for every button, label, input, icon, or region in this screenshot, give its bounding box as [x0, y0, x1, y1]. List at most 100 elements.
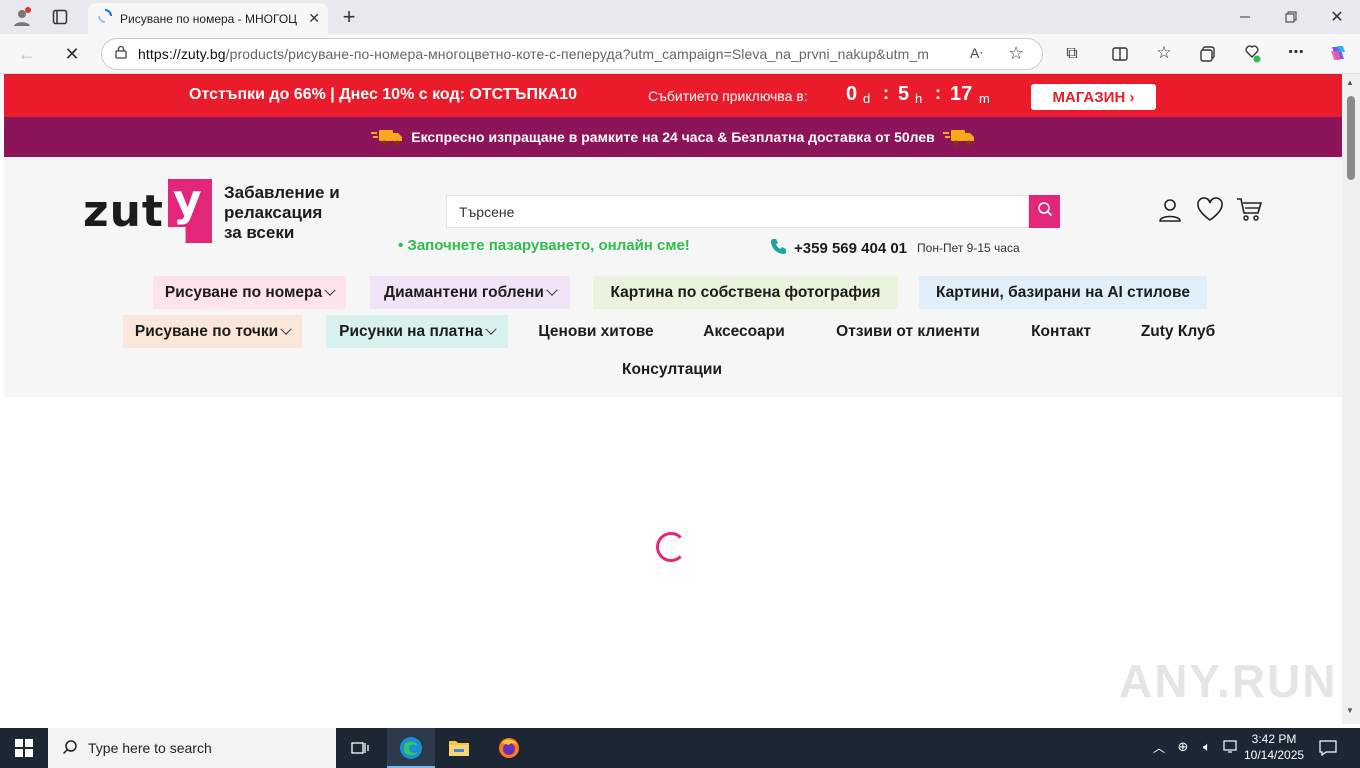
- taskbar-search[interactable]: Type here to search: [48, 728, 336, 768]
- nav-label: Рисуване по точки: [134, 322, 279, 340]
- site-info-icon[interactable]: [114, 45, 128, 64]
- new-tab-icon[interactable]: +: [338, 4, 360, 29]
- phone-icon: [770, 237, 788, 259]
- countdown-hours: 5: [898, 83, 910, 105]
- working-hours: Пон-Пет 9-15 часа: [917, 241, 1020, 255]
- close-window-icon[interactable]: ✕: [1327, 7, 1347, 27]
- wishlist-heart-icon[interactable]: [1196, 197, 1224, 225]
- tagline: Забавление и релаксация за всеки: [224, 183, 340, 243]
- shop-button[interactable]: МАГАЗИН ›: [1031, 84, 1156, 110]
- clock-date: 10/14/2025: [1244, 748, 1305, 762]
- tagline-line-2: релаксация: [224, 203, 323, 222]
- browser-essentials-icon[interactable]: [1242, 44, 1262, 64]
- promo-text: Отстъпки до 66% | Днес 10% с код: ОТСТЪП…: [189, 86, 578, 103]
- scroll-down-icon[interactable]: ▼: [1346, 706, 1354, 715]
- show-hidden-icons-icon[interactable]: ︿: [1150, 738, 1168, 756]
- system-clock[interactable]: 3:42 PM 10/14/2025: [1244, 731, 1304, 763]
- nav-custom-photo-painting[interactable]: Картина по собствена фотография: [593, 276, 898, 309]
- tagline-line-3: за всеки: [224, 223, 295, 242]
- tab-active[interactable]: Рисуване по номера - МНОГОЦ ✕: [88, 3, 328, 34]
- nav-label: Zuty Клуб: [1140, 322, 1216, 340]
- countdown-minutes-unit: m: [979, 91, 990, 106]
- notifications-icon[interactable]: [1318, 738, 1338, 758]
- countdown-minutes: 17: [950, 83, 973, 105]
- extensions-icon[interactable]: ⧉: [1062, 44, 1082, 64]
- nav-label: Картина по собствена фотография: [610, 283, 881, 301]
- task-view-icon[interactable]: [350, 738, 370, 758]
- tab-title: Рисуване по номера - МНОГОЦ: [120, 11, 298, 26]
- zuty-logo[interactable]: zut y: [83, 179, 212, 243]
- nav-zuty-club[interactable]: Zuty Клуб: [1130, 315, 1226, 348]
- loading-spinner: [656, 532, 686, 562]
- search-button[interactable]: [1029, 195, 1060, 228]
- nav-label: Контакт: [1031, 322, 1091, 340]
- split-screen-icon[interactable]: [1110, 44, 1130, 64]
- online-status: • Започнете пазаруването, онлайн сме!: [398, 237, 690, 254]
- favorite-star-icon[interactable]: ☆: [1008, 43, 1024, 64]
- favorites-icon[interactable]: ☆: [1154, 43, 1174, 63]
- nav-label: Аксесоари: [703, 322, 785, 340]
- address-toolbar: ← ✕ https://zuty.bg/products/рисуване-по…: [0, 34, 1360, 74]
- read-aloud-icon[interactable]: Aᐧ: [970, 45, 983, 62]
- nav-label: Картини, базирани на AI стилове: [936, 283, 1190, 301]
- tagline-line-1: Забавление и: [224, 183, 340, 202]
- nav-painting-by-numbers[interactable]: Рисуване по номера: [153, 276, 346, 309]
- chevron-down-icon: [546, 284, 558, 296]
- copilot-icon[interactable]: [1327, 42, 1349, 64]
- back-icon[interactable]: ←: [16, 43, 38, 65]
- delivery-truck-icon: [942, 127, 975, 147]
- profile-icon[interactable]: [10, 5, 34, 29]
- logo-y-box: y: [167, 179, 212, 243]
- windows-start-icon[interactable]: [14, 738, 34, 758]
- restore-icon[interactable]: [1282, 8, 1300, 26]
- search-input[interactable]: Търсене: [446, 195, 1029, 228]
- nav-accessories[interactable]: Аксесоари: [684, 315, 804, 348]
- nav-consultations[interactable]: Консултации: [610, 353, 734, 386]
- chevron-down-icon: [280, 323, 292, 335]
- countdown-sep-1: :: [883, 83, 889, 103]
- nav-diamond-tapestries[interactable]: Диамантени гоблени: [370, 276, 570, 309]
- close-tab-icon[interactable]: ✕: [308, 10, 320, 27]
- nav-label: Ценови хитове: [538, 322, 654, 340]
- search-icon: [62, 739, 78, 758]
- nav-price-hits[interactable]: Ценови хитове: [531, 315, 661, 348]
- page-scrollbar[interactable]: ▲ ▼: [1342, 74, 1360, 724]
- address-bar[interactable]: https://zuty.bg/products/рисуване-по-ном…: [101, 38, 1043, 70]
- nav-label: Консултации: [622, 360, 722, 378]
- shipping-bar: Експресно изпращане в рамките на 24 часа…: [4, 117, 1342, 157]
- scroll-up-icon[interactable]: ▲: [1346, 78, 1354, 87]
- taskbar-edge[interactable]: [387, 728, 435, 768]
- account-icon[interactable]: [1157, 197, 1185, 225]
- stop-loading-icon[interactable]: ✕: [61, 43, 83, 65]
- phone-contact[interactable]: +359 569 404 01 Пон-Пет 9-15 часа: [770, 237, 1020, 259]
- logo-y: y: [172, 175, 202, 226]
- promo-bar: Отстъпки до 66% | Днес 10% с код: ОТСТЪП…: [4, 74, 1342, 117]
- firefox-icon[interactable]: [497, 736, 521, 760]
- nav-ai-style-paintings[interactable]: Картини, базирани на AI стилове: [919, 276, 1207, 309]
- countdown-sep-2: :: [935, 83, 941, 103]
- network-icon[interactable]: [1222, 738, 1240, 756]
- tab-actions-icon[interactable]: [50, 7, 70, 27]
- edge-browser-icon: [399, 736, 423, 765]
- settings-more-icon[interactable]: ⋯: [1286, 42, 1306, 62]
- nav-contact[interactable]: Контакт: [1018, 315, 1104, 348]
- file-explorer-icon[interactable]: [447, 736, 471, 760]
- collections-icon[interactable]: [1198, 44, 1218, 64]
- nav-dot-painting[interactable]: Рисуване по точки: [123, 315, 302, 348]
- nav-label: Отзиви от клиенти: [836, 322, 980, 340]
- volume-icon[interactable]: 🔈︎: [1198, 738, 1216, 756]
- browser-tab-bar: Рисуване по номера - МНОГОЦ ✕ + ✕: [0, 0, 1360, 34]
- url-host: https://zuty.bg: [138, 46, 226, 62]
- phone-number: +359 569 404 01: [794, 239, 908, 257]
- scroll-thumb[interactable]: [1347, 96, 1355, 180]
- logo-text: zut: [83, 185, 164, 237]
- nav-canvas-drawings[interactable]: Рисунки на платна: [326, 315, 508, 348]
- minimize-icon[interactable]: [1236, 8, 1254, 26]
- meet-now-icon[interactable]: ⊕: [1174, 738, 1192, 756]
- cart-icon[interactable]: [1236, 197, 1264, 225]
- url-path: /products/рисуване-по-номера-многоцветно…: [225, 46, 928, 62]
- taskbar-search-placeholder: Type here to search: [88, 740, 212, 756]
- windows-taskbar: Type here to search ︿ ⊕ 🔈︎ 3:42 PM 10/14…: [0, 728, 1360, 768]
- loading-icon: [98, 9, 112, 28]
- nav-customer-reviews[interactable]: Отзиви от клиенти: [824, 315, 992, 348]
